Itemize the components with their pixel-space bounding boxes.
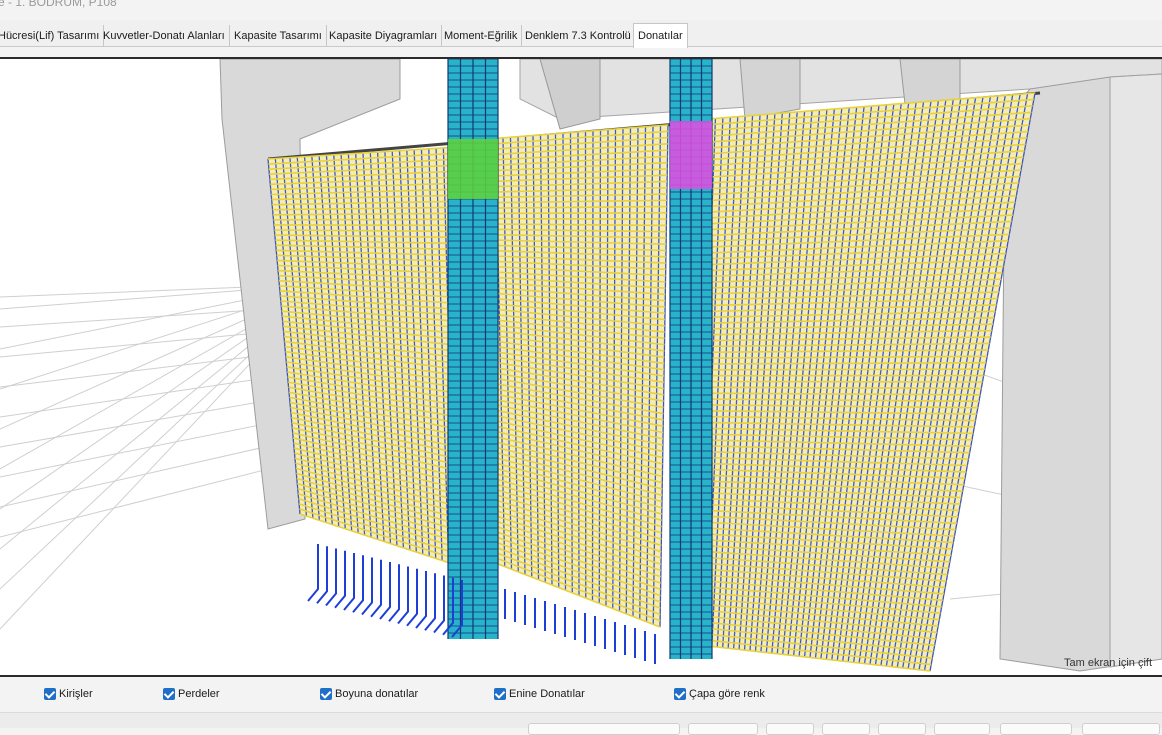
toolbar-button-5[interactable] <box>934 723 990 735</box>
tab-kuvvetler-donati[interactable]: Kuvvetler-Donatı Alanları <box>99 25 230 47</box>
enine-donatilar-checkbox[interactable] <box>494 688 506 700</box>
boyuna-donatilar-checkbox[interactable] <box>320 688 332 700</box>
option-boyuna-donatilar[interactable]: Boyuna donatılar <box>320 686 418 702</box>
tab-denklem-kontrolu[interactable]: Denklem 7.3 Kontrolü <box>521 25 636 47</box>
toolbar-button-2[interactable] <box>766 723 814 735</box>
toolbar-dropdown[interactable] <box>528 723 680 735</box>
capa-gore-renk-checkbox[interactable] <box>674 688 686 700</box>
toolbar-button-7[interactable] <box>1082 723 1160 735</box>
option-enine-label: Enine Donatılar <box>509 688 585 700</box>
3d-viewport[interactable]: Tam ekran için çift <box>0 57 1162 677</box>
option-capa-label: Çapa göre renk <box>689 688 765 700</box>
option-capa-gore-renk[interactable]: Çapa göre renk <box>674 686 765 702</box>
tab-strip: Hücresi(Lif) Tasarımı Kuvvetler-Donatı A… <box>0 20 1162 47</box>
window-title: e - 1. BODRUM, P108 <box>0 0 117 9</box>
option-boyuna-label: Boyuna donatılar <box>335 688 418 700</box>
grey-pillar-2 <box>740 59 800 119</box>
tab-donatilar[interactable]: Donatılar <box>633 23 688 48</box>
window-title-bar: e - 1. BODRUM, P108 <box>0 0 1162 20</box>
grey-wall-far <box>1110 74 1162 667</box>
toolbar-button-6[interactable] <box>1000 723 1072 735</box>
column-right-highlight <box>670 121 712 189</box>
tab-moment-egrilik[interactable]: Moment-Eğrilik <box>440 25 522 47</box>
column-left-highlight <box>448 139 498 199</box>
display-options-bar: Kirişler Perdeler Boyuna donatılar Enine… <box>0 679 1162 709</box>
option-enine-donatilar[interactable]: Enine Donatılar <box>494 686 585 702</box>
bottom-toolbar <box>0 712 1162 728</box>
option-kirisler-label: Kirişler <box>59 688 93 700</box>
toolbar-button-3[interactable] <box>822 723 870 735</box>
tab-kapasite-diyagramlari[interactable]: Kapasite Diyagramları <box>325 25 442 47</box>
option-perdeler-label: Perdeler <box>178 688 220 700</box>
option-perdeler[interactable]: Perdeler <box>163 686 220 702</box>
tab-lif-tasarimi[interactable]: Hücresi(Lif) Tasarımı <box>0 25 104 47</box>
toolbar-button-4[interactable] <box>878 723 926 735</box>
rebar-3d-scene <box>0 59 1162 675</box>
toolbar-button-1[interactable] <box>688 723 758 735</box>
perdeler-checkbox[interactable] <box>163 688 175 700</box>
fullscreen-hint: Tam ekran için çift <box>1064 657 1152 669</box>
tab-kapasite-tasarimi[interactable]: Kapasite Tasarımı <box>230 25 327 47</box>
grey-pillar-3 <box>900 59 960 104</box>
option-kirisler[interactable]: Kirişler <box>44 686 93 702</box>
kirisler-checkbox[interactable] <box>44 688 56 700</box>
